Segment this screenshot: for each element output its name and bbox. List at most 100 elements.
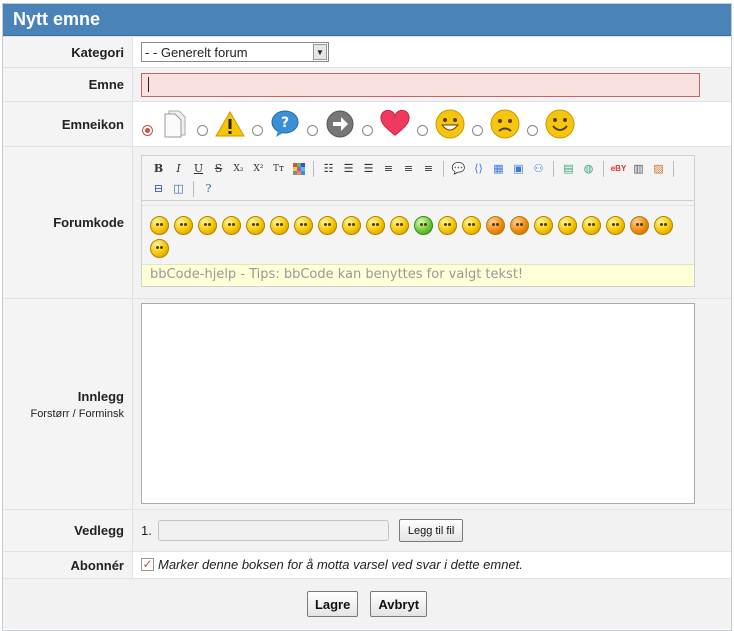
list-icon[interactable]: ☷ (320, 160, 337, 177)
smiley-icon[interactable] (222, 216, 241, 235)
smiley-icon[interactable] (150, 239, 169, 258)
video-icon[interactable]: ▥ (630, 160, 647, 177)
image-icon[interactable]: ▣ (510, 160, 527, 177)
split-vertical-icon[interactable]: ◫ (170, 180, 187, 197)
enlarge-link[interactable]: Forstørr (30, 408, 69, 420)
font-size-button[interactable]: Tт (270, 160, 287, 177)
topic-icon-radio-5[interactable] (417, 124, 428, 136)
table-icon[interactable]: ▦ (490, 160, 507, 177)
toolbar-separator (603, 160, 604, 177)
category-row: Kategori - - Generelt forum ▼ (3, 36, 731, 67)
ebay-icon[interactable]: eBY (610, 160, 627, 177)
topic-icon-radio-2[interactable] (252, 124, 263, 136)
color-grid-icon[interactable] (290, 160, 307, 177)
subscribe-text: Marker denne boksen for å motta varsel v… (158, 556, 523, 572)
smiley-icon[interactable] (198, 216, 217, 235)
smiley-icon[interactable] (270, 216, 289, 235)
smiley-icon[interactable] (294, 216, 313, 235)
gallery-icon[interactable]: ⚇ (530, 160, 547, 177)
smiley-icon[interactable] (654, 216, 673, 235)
add-file-button[interactable]: Legg til fil (398, 519, 464, 542)
page-title: Nytt emne (3, 4, 731, 36)
bbcode-toolbar: B I U S X₂ X² Tт ☷ ☰ ☰ ≡ ≡ ≡ 💬 ⟨⟩ ▦ ▣ ⚇ … (142, 156, 694, 201)
category-selected-value: - - Generelt forum (145, 44, 248, 60)
smiley-icon[interactable] (462, 216, 481, 235)
sad-face-icon (490, 109, 520, 139)
smiley-icon[interactable] (510, 216, 529, 235)
underline-button[interactable]: U (190, 160, 207, 177)
ordered-list-icon[interactable]: ☰ (340, 160, 357, 177)
subscribe-checkbox[interactable]: ✓ (141, 557, 154, 571)
code-icon[interactable]: ⟨⟩ (470, 160, 487, 177)
new-topic-form: Nytt emne Kategori - - Generelt forum ▼ … (2, 3, 732, 631)
subscribe-row: Abonnér ✓ Marker denne boksen for å mott… (3, 551, 731, 578)
smiley-icon[interactable] (390, 216, 409, 235)
italic-button[interactable]: I (170, 160, 187, 177)
smiley-icon[interactable] (606, 216, 625, 235)
smiley-icon[interactable] (438, 216, 457, 235)
smiley-icon[interactable] (318, 216, 337, 235)
flash-icon[interactable]: ▤ (560, 160, 577, 177)
chevron-down-icon[interactable]: ▼ (313, 44, 327, 60)
topic-icon-radio-7[interactable] (527, 124, 538, 136)
blank-page-icon (160, 109, 190, 139)
warning-icon (215, 109, 245, 139)
topic-icon-radio-4[interactable] (362, 124, 373, 136)
svg-text:?: ? (281, 115, 289, 131)
attachment-index: 1. (141, 523, 152, 538)
message-textarea[interactable] (141, 303, 695, 504)
smiley-icon[interactable] (174, 216, 193, 235)
subject-input[interactable] (141, 72, 700, 97)
toolbar-separator (443, 160, 444, 177)
resize-separator: / (72, 407, 76, 420)
unordered-list-icon[interactable]: ☰ (360, 160, 377, 177)
toolbar-separator (553, 160, 554, 177)
topic-icon-label: Emneikon (3, 102, 133, 146)
category-label: Kategori (3, 37, 133, 67)
smiley-icon[interactable] (366, 216, 385, 235)
topic-icon-radio-1[interactable] (197, 124, 208, 136)
align-left-icon[interactable]: ≡ (380, 160, 397, 177)
heart-icon (380, 109, 410, 139)
smiley-icon[interactable] (342, 216, 361, 235)
bold-button[interactable]: B (150, 160, 167, 177)
topic-icon-radio-3[interactable] (307, 124, 318, 136)
shrink-link[interactable]: Forminsk (79, 408, 124, 420)
form-actions: Lagre Avbryt (3, 578, 731, 629)
message-label-cell: Innlegg Forstørr / Forminsk (3, 299, 133, 509)
bbcode-editor: B I U S X₂ X² Tт ☷ ☰ ☰ ≡ ≡ ≡ 💬 ⟨⟩ ▦ ▣ ⚇ … (141, 155, 695, 287)
topic-icon-radio-6[interactable] (472, 124, 483, 136)
smile-face-icon (545, 109, 575, 139)
message-label: Innlegg (77, 388, 124, 404)
smiley-icon[interactable] (246, 216, 265, 235)
topic-icon-radio-0[interactable] (142, 124, 153, 136)
smiley-icon[interactable] (150, 216, 169, 235)
grin-face-icon (435, 109, 465, 139)
subscribe-label: Abonnér (3, 552, 133, 578)
align-center-icon[interactable]: ≡ (400, 160, 417, 177)
quote-icon[interactable]: 💬 (450, 160, 467, 177)
split-horizontal-icon[interactable]: ⊟ (150, 180, 167, 197)
file-input[interactable] (157, 520, 389, 541)
superscript-button[interactable]: X² (250, 160, 267, 177)
smiley-icon[interactable] (534, 216, 553, 235)
category-select[interactable]: - - Generelt forum ▼ (141, 42, 329, 62)
subject-row: Emne (3, 67, 731, 101)
strike-button[interactable]: S (210, 160, 227, 177)
smiley-icon[interactable] (486, 216, 505, 235)
sick-smiley-icon[interactable] (414, 216, 433, 235)
resize-links: Forstørr / Forminsk (30, 408, 124, 420)
web-icon[interactable]: ◍ (580, 160, 597, 177)
attachment-row: Vedlegg 1. Legg til fil (3, 509, 731, 551)
message-row: Innlegg Forstørr / Forminsk (3, 298, 731, 509)
align-right-icon[interactable]: ≡ (420, 160, 437, 177)
map-icon[interactable]: ▨ (650, 160, 667, 177)
devil-smiley-icon[interactable] (630, 216, 649, 235)
cancel-button[interactable]: Avbryt (370, 591, 428, 617)
help-icon[interactable]: ? (200, 180, 217, 197)
question-icon: ? (270, 109, 300, 139)
smiley-icon[interactable] (582, 216, 601, 235)
smiley-icon[interactable] (558, 216, 577, 235)
save-button[interactable]: Lagre (306, 591, 359, 617)
subscript-button[interactable]: X₂ (230, 160, 247, 177)
